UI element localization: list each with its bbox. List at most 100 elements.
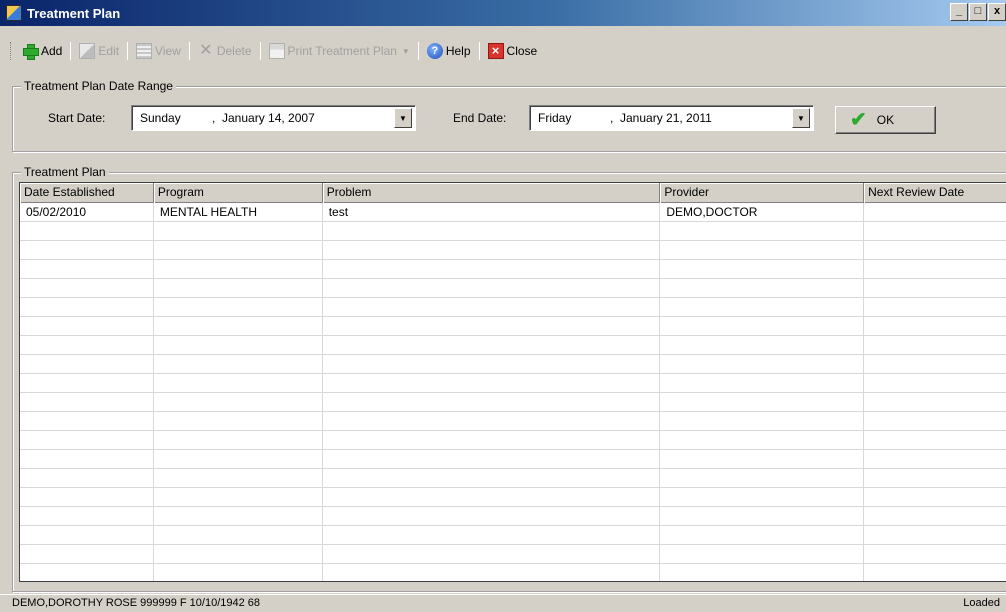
empty-cell	[20, 469, 154, 488]
empty-cell	[154, 488, 323, 507]
empty-cell	[660, 298, 865, 317]
treatment-plan-group: Treatment Plan Date Established Program …	[12, 165, 1006, 592]
empty-cell	[660, 317, 865, 336]
close-button[interactable]: × Close	[484, 40, 542, 62]
empty-cell	[20, 526, 154, 545]
column-header-provider[interactable]: Provider	[660, 183, 865, 203]
close-window-button[interactable]: x	[988, 3, 1006, 21]
start-date-label: Start Date:	[48, 111, 106, 125]
edit-button[interactable]: Edit	[75, 40, 123, 62]
empty-cell	[660, 355, 865, 374]
empty-cell	[323, 469, 661, 488]
toolbar-separator	[70, 42, 72, 60]
view-icon	[136, 43, 153, 59]
view-label: View	[155, 44, 181, 58]
toolbar-grip[interactable]	[10, 42, 13, 60]
empty-cell	[20, 488, 154, 507]
empty-table-row	[20, 317, 1006, 336]
empty-table-row	[20, 241, 1006, 260]
empty-cell	[154, 412, 323, 431]
empty-cell	[154, 393, 323, 412]
print-treatment-plan-button[interactable]: Print Treatment Plan ▼	[265, 40, 414, 62]
empty-table-row	[20, 450, 1006, 469]
empty-cell	[864, 241, 1006, 260]
date-range-group: Treatment Plan Date Range Start Date: Su…	[12, 79, 1006, 152]
empty-cell	[323, 412, 661, 431]
add-button[interactable]: Add	[18, 40, 66, 62]
cell-next-review-date	[864, 203, 1006, 222]
empty-cell	[660, 488, 865, 507]
empty-cell	[660, 469, 865, 488]
column-header-date-established[interactable]: Date Established	[20, 183, 154, 203]
chevron-down-icon[interactable]: ▼	[792, 108, 810, 128]
empty-cell	[20, 317, 154, 336]
empty-cell	[154, 431, 323, 450]
app-icon	[6, 5, 22, 21]
treatment-plan-legend: Treatment Plan	[21, 165, 109, 179]
ok-button[interactable]: ✔ OK	[835, 106, 936, 134]
minimize-button[interactable]: _	[950, 3, 968, 21]
empty-table-row	[20, 488, 1006, 507]
checkmark-icon: ✔	[850, 109, 867, 131]
empty-cell	[864, 298, 1006, 317]
column-header-next-review-date[interactable]: Next Review Date	[864, 183, 1006, 203]
empty-cell	[864, 545, 1006, 564]
empty-rows	[20, 222, 1006, 581]
table-row[interactable]: 05/02/2010 MENTAL HEALTH test DEMO,DOCTO…	[20, 203, 1006, 222]
maximize-button[interactable]: □	[969, 3, 987, 21]
empty-cell	[864, 260, 1006, 279]
cell-program: MENTAL HEALTH	[154, 203, 323, 222]
empty-cell	[20, 393, 154, 412]
title-bar: Treatment Plan _ □ x	[0, 0, 1006, 26]
empty-table-row	[20, 374, 1006, 393]
cell-provider: DEMO,DOCTOR	[660, 203, 865, 222]
start-date-value: January 14, 2007	[222, 111, 315, 125]
edit-label: Edit	[98, 44, 120, 58]
empty-cell	[323, 355, 661, 374]
empty-cell	[154, 545, 323, 564]
empty-cell	[323, 526, 661, 545]
empty-cell	[660, 526, 865, 545]
end-date-picker[interactable]: Friday , January 21, 2011 ▼	[529, 105, 814, 131]
empty-cell	[660, 450, 865, 469]
close-icon: ×	[487, 43, 504, 59]
grid-header: Date Established Program Problem Provide…	[20, 183, 1006, 203]
column-header-program[interactable]: Program	[154, 183, 323, 203]
empty-table-row	[20, 545, 1006, 564]
empty-table-row	[20, 222, 1006, 241]
empty-cell	[864, 222, 1006, 241]
toolbar-separator	[259, 42, 261, 60]
chevron-down-icon[interactable]: ▼	[402, 47, 410, 56]
empty-cell	[660, 279, 865, 298]
date-separator: ,	[212, 111, 216, 125]
empty-cell	[864, 469, 1006, 488]
empty-cell	[154, 450, 323, 469]
empty-cell	[20, 241, 154, 260]
help-button[interactable]: ? Help	[423, 40, 475, 62]
empty-cell	[20, 507, 154, 526]
toolbar-separator	[188, 42, 190, 60]
empty-cell	[154, 507, 323, 526]
empty-cell	[154, 526, 323, 545]
empty-cell	[20, 564, 154, 581]
empty-table-row	[20, 412, 1006, 431]
delete-x-icon: ✕	[199, 42, 213, 59]
start-date-picker[interactable]: Sunday , January 14, 2007 ▼	[131, 105, 416, 131]
empty-table-row	[20, 298, 1006, 317]
empty-cell	[864, 374, 1006, 393]
empty-cell	[20, 450, 154, 469]
empty-cell	[154, 222, 323, 241]
empty-cell	[20, 222, 154, 241]
empty-cell	[660, 507, 865, 526]
empty-cell	[660, 545, 865, 564]
view-button[interactable]: View	[132, 40, 185, 62]
chevron-down-icon[interactable]: ▼	[394, 108, 412, 128]
column-header-problem[interactable]: Problem	[323, 183, 661, 203]
delete-button[interactable]: ✕ Delete	[194, 40, 256, 62]
empty-cell	[323, 279, 661, 298]
empty-cell	[154, 279, 323, 298]
empty-cell	[864, 564, 1006, 581]
empty-cell	[154, 260, 323, 279]
help-icon: ?	[426, 43, 443, 59]
treatment-plan-grid[interactable]: Date Established Program Problem Provide…	[19, 182, 1006, 582]
